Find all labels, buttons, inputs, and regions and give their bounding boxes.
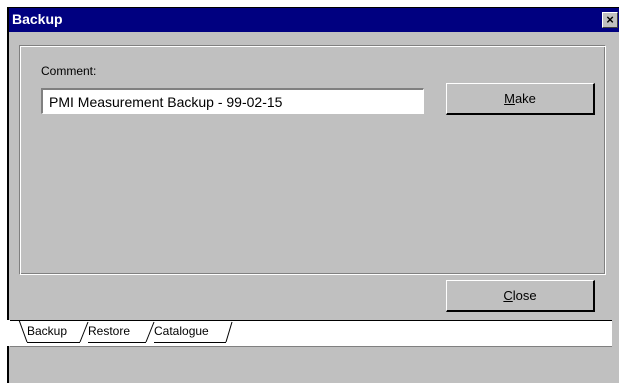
backup-group-box <box>19 45 606 275</box>
tab-catalogue[interactable]: Catalogue <box>154 324 209 338</box>
tab-restore[interactable]: Restore <box>88 324 130 338</box>
tab-backup[interactable]: Backup <box>27 324 67 338</box>
close-button[interactable]: Close <box>446 280 595 312</box>
comment-label: Comment: <box>41 64 97 78</box>
make-button[interactable]: Make <box>446 83 595 115</box>
close-window-button[interactable]: × <box>602 12 618 28</box>
comment-input[interactable]: PMI Measurement Backup - 99-02-15 <box>41 88 424 114</box>
status-panel <box>10 346 612 376</box>
close-icon: × <box>606 12 614 27</box>
title-bar[interactable]: Backup × <box>9 8 619 32</box>
close-button-mnemonic: C <box>503 288 513 303</box>
tab-strip: Backup Restore Catalogue <box>0 320 612 346</box>
make-button-label: ake <box>514 91 536 106</box>
close-button-label: lose <box>512 288 537 303</box>
make-button-mnemonic: M <box>504 91 515 106</box>
window-title: Backup <box>12 11 63 27</box>
